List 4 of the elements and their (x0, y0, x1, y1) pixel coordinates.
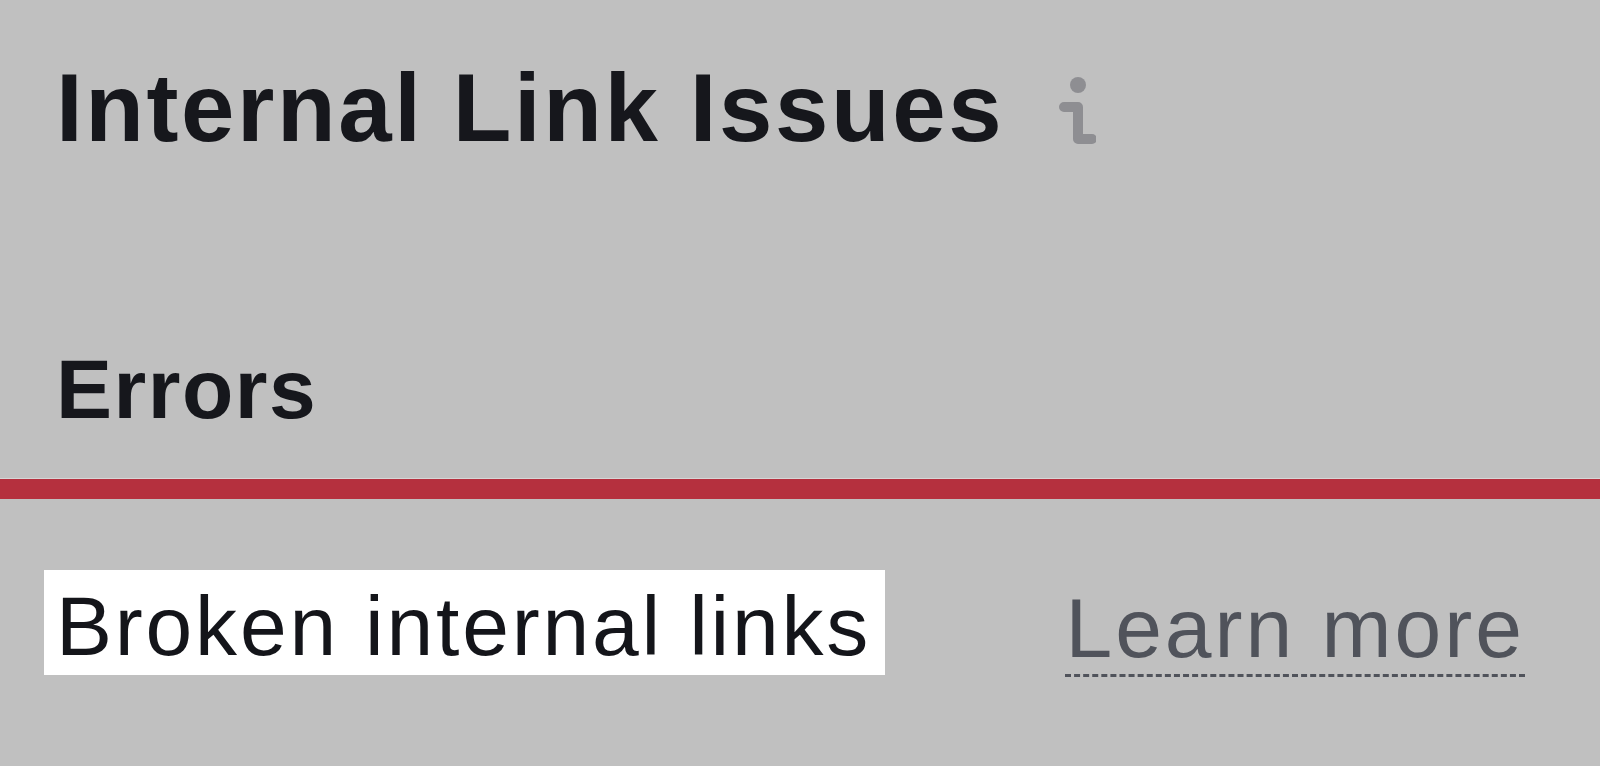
errors-heading: Errors (56, 347, 318, 431)
section-title: Internal Link Issues (56, 60, 1005, 156)
learn-more-link[interactable]: Learn more (1065, 586, 1525, 677)
issue-label: Broken internal links (44, 570, 886, 675)
